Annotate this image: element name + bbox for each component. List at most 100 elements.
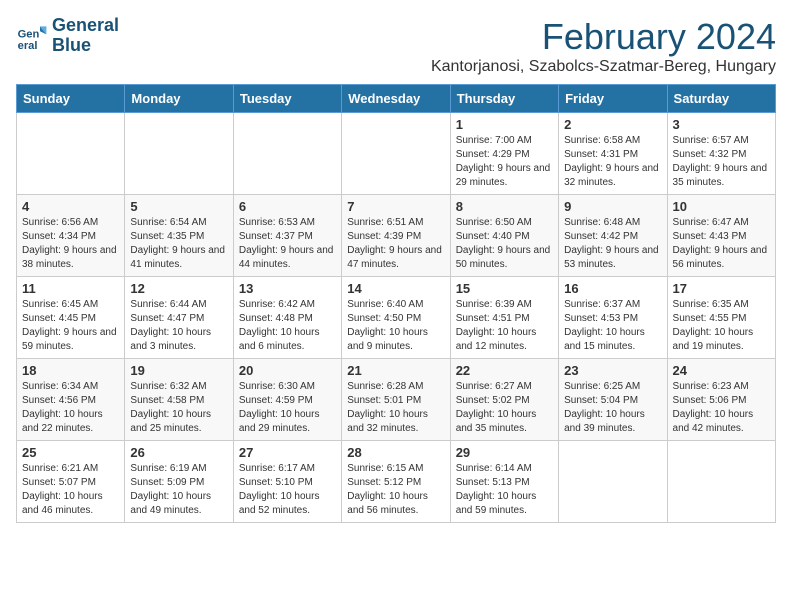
cell-date: 12 <box>130 281 227 296</box>
calendar-cell: 1 Sunrise: 7:00 AMSunset: 4:29 PMDayligh… <box>450 113 558 195</box>
cell-date: 19 <box>130 363 227 378</box>
logo: Gen eral General Blue <box>16 16 119 56</box>
calendar-day-header: Tuesday <box>233 85 341 113</box>
cell-info: Sunrise: 6:44 AMSunset: 4:47 PMDaylight:… <box>130 299 211 352</box>
calendar-cell: 7 Sunrise: 6:51 AMSunset: 4:39 PMDayligh… <box>342 195 450 277</box>
cell-info: Sunrise: 6:34 AMSunset: 4:56 PMDaylight:… <box>22 381 103 434</box>
calendar-cell <box>667 441 775 523</box>
calendar-cell: 6 Sunrise: 6:53 AMSunset: 4:37 PMDayligh… <box>233 195 341 277</box>
cell-date: 3 <box>673 117 770 132</box>
calendar-cell: 11 Sunrise: 6:45 AMSunset: 4:45 PMDaylig… <box>17 277 125 359</box>
calendar-day-header: Friday <box>559 85 667 113</box>
calendar-cell: 5 Sunrise: 6:54 AMSunset: 4:35 PMDayligh… <box>125 195 233 277</box>
calendar-cell <box>17 113 125 195</box>
cell-info: Sunrise: 6:32 AMSunset: 4:58 PMDaylight:… <box>130 381 211 434</box>
cell-date: 25 <box>22 445 119 460</box>
cell-date: 14 <box>347 281 444 296</box>
cell-info: Sunrise: 6:19 AMSunset: 5:09 PMDaylight:… <box>130 463 211 516</box>
calendar-cell <box>233 113 341 195</box>
calendar-cell: 19 Sunrise: 6:32 AMSunset: 4:58 PMDaylig… <box>125 359 233 441</box>
calendar-table: SundayMondayTuesdayWednesdayThursdayFrid… <box>16 84 776 523</box>
cell-date: 13 <box>239 281 336 296</box>
cell-date: 28 <box>347 445 444 460</box>
calendar-cell: 8 Sunrise: 6:50 AMSunset: 4:40 PMDayligh… <box>450 195 558 277</box>
cell-info: Sunrise: 6:15 AMSunset: 5:12 PMDaylight:… <box>347 463 428 516</box>
calendar-cell: 28 Sunrise: 6:15 AMSunset: 5:12 PMDaylig… <box>342 441 450 523</box>
page-subtitle: Kantorjanosi, Szabolcs-Szatmar-Bereg, Hu… <box>431 58 776 76</box>
header: Gen eral General Blue February 2024 Kant… <box>16 16 776 76</box>
calendar-cell: 18 Sunrise: 6:34 AMSunset: 4:56 PMDaylig… <box>17 359 125 441</box>
calendar-day-header: Monday <box>125 85 233 113</box>
calendar-cell: 13 Sunrise: 6:42 AMSunset: 4:48 PMDaylig… <box>233 277 341 359</box>
cell-info: Sunrise: 6:47 AMSunset: 4:43 PMDaylight:… <box>673 217 768 270</box>
cell-info: Sunrise: 7:00 AMSunset: 4:29 PMDaylight:… <box>456 135 551 188</box>
page-title: February 2024 <box>431 16 776 58</box>
cell-info: Sunrise: 6:48 AMSunset: 4:42 PMDaylight:… <box>564 217 659 270</box>
cell-date: 11 <box>22 281 119 296</box>
calendar-cell <box>125 113 233 195</box>
calendar-day-header: Thursday <box>450 85 558 113</box>
calendar-cell: 25 Sunrise: 6:21 AMSunset: 5:07 PMDaylig… <box>17 441 125 523</box>
calendar-cell: 9 Sunrise: 6:48 AMSunset: 4:42 PMDayligh… <box>559 195 667 277</box>
calendar-cell: 2 Sunrise: 6:58 AMSunset: 4:31 PMDayligh… <box>559 113 667 195</box>
cell-date: 24 <box>673 363 770 378</box>
calendar-cell: 3 Sunrise: 6:57 AMSunset: 4:32 PMDayligh… <box>667 113 775 195</box>
svg-text:Gen: Gen <box>18 28 40 40</box>
calendar-day-header: Saturday <box>667 85 775 113</box>
cell-date: 27 <box>239 445 336 460</box>
calendar-cell: 27 Sunrise: 6:17 AMSunset: 5:10 PMDaylig… <box>233 441 341 523</box>
cell-info: Sunrise: 6:23 AMSunset: 5:06 PMDaylight:… <box>673 381 754 434</box>
cell-date: 7 <box>347 199 444 214</box>
calendar-cell: 12 Sunrise: 6:44 AMSunset: 4:47 PMDaylig… <box>125 277 233 359</box>
cell-date: 26 <box>130 445 227 460</box>
cell-date: 8 <box>456 199 553 214</box>
cell-date: 4 <box>22 199 119 214</box>
calendar-day-header: Wednesday <box>342 85 450 113</box>
cell-info: Sunrise: 6:53 AMSunset: 4:37 PMDaylight:… <box>239 217 334 270</box>
cell-info: Sunrise: 6:42 AMSunset: 4:48 PMDaylight:… <box>239 299 320 352</box>
cell-date: 22 <box>456 363 553 378</box>
cell-info: Sunrise: 6:21 AMSunset: 5:07 PMDaylight:… <box>22 463 103 516</box>
calendar-cell: 22 Sunrise: 6:27 AMSunset: 5:02 PMDaylig… <box>450 359 558 441</box>
cell-date: 18 <box>22 363 119 378</box>
calendar-cell: 17 Sunrise: 6:35 AMSunset: 4:55 PMDaylig… <box>667 277 775 359</box>
cell-info: Sunrise: 6:57 AMSunset: 4:32 PMDaylight:… <box>673 135 768 188</box>
calendar-cell: 14 Sunrise: 6:40 AMSunset: 4:50 PMDaylig… <box>342 277 450 359</box>
calendar-cell <box>559 441 667 523</box>
calendar-cell: 21 Sunrise: 6:28 AMSunset: 5:01 PMDaylig… <box>342 359 450 441</box>
cell-date: 29 <box>456 445 553 460</box>
cell-info: Sunrise: 6:35 AMSunset: 4:55 PMDaylight:… <box>673 299 754 352</box>
cell-info: Sunrise: 6:58 AMSunset: 4:31 PMDaylight:… <box>564 135 659 188</box>
cell-info: Sunrise: 6:30 AMSunset: 4:59 PMDaylight:… <box>239 381 320 434</box>
calendar-cell <box>342 113 450 195</box>
cell-date: 16 <box>564 281 661 296</box>
calendar-cell: 15 Sunrise: 6:39 AMSunset: 4:51 PMDaylig… <box>450 277 558 359</box>
cell-info: Sunrise: 6:51 AMSunset: 4:39 PMDaylight:… <box>347 217 442 270</box>
cell-date: 10 <box>673 199 770 214</box>
cell-date: 21 <box>347 363 444 378</box>
cell-info: Sunrise: 6:37 AMSunset: 4:53 PMDaylight:… <box>564 299 645 352</box>
cell-date: 15 <box>456 281 553 296</box>
cell-info: Sunrise: 6:50 AMSunset: 4:40 PMDaylight:… <box>456 217 551 270</box>
calendar-cell: 10 Sunrise: 6:47 AMSunset: 4:43 PMDaylig… <box>667 195 775 277</box>
cell-date: 6 <box>239 199 336 214</box>
cell-info: Sunrise: 6:14 AMSunset: 5:13 PMDaylight:… <box>456 463 537 516</box>
calendar-cell: 4 Sunrise: 6:56 AMSunset: 4:34 PMDayligh… <box>17 195 125 277</box>
title-section: February 2024 Kantorjanosi, Szabolcs-Sza… <box>431 16 776 76</box>
calendar-cell: 16 Sunrise: 6:37 AMSunset: 4:53 PMDaylig… <box>559 277 667 359</box>
cell-info: Sunrise: 6:25 AMSunset: 5:04 PMDaylight:… <box>564 381 645 434</box>
calendar-cell: 20 Sunrise: 6:30 AMSunset: 4:59 PMDaylig… <box>233 359 341 441</box>
cell-info: Sunrise: 6:17 AMSunset: 5:10 PMDaylight:… <box>239 463 320 516</box>
calendar-cell: 23 Sunrise: 6:25 AMSunset: 5:04 PMDaylig… <box>559 359 667 441</box>
cell-info: Sunrise: 6:45 AMSunset: 4:45 PMDaylight:… <box>22 299 117 352</box>
svg-text:eral: eral <box>18 40 38 52</box>
cell-date: 20 <box>239 363 336 378</box>
logo-text: General Blue <box>52 16 119 56</box>
cell-date: 2 <box>564 117 661 132</box>
cell-info: Sunrise: 6:40 AMSunset: 4:50 PMDaylight:… <box>347 299 428 352</box>
cell-info: Sunrise: 6:54 AMSunset: 4:35 PMDaylight:… <box>130 217 225 270</box>
calendar-cell: 29 Sunrise: 6:14 AMSunset: 5:13 PMDaylig… <box>450 441 558 523</box>
calendar-header-row: SundayMondayTuesdayWednesdayThursdayFrid… <box>17 85 776 113</box>
cell-date: 5 <box>130 199 227 214</box>
cell-date: 17 <box>673 281 770 296</box>
